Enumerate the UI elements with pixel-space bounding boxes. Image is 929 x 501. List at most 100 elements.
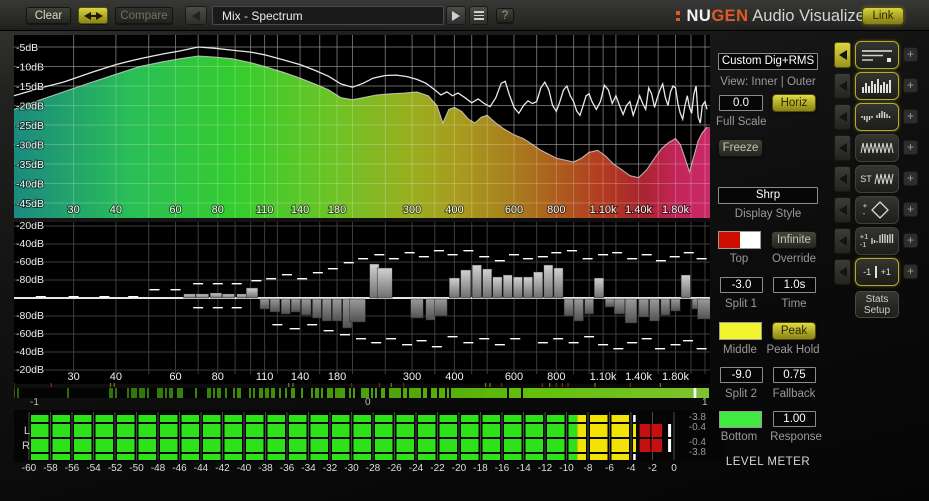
meter-history-button[interactable] [855,41,899,69]
link-button[interactable]: Link [862,7,904,25]
strip-row-vectorscope: + - + [834,196,926,224]
response-field[interactable]: 1.00 [773,411,816,427]
svg-text:-20dB: -20dB [16,101,44,113]
svg-text:-32: -32 [323,463,338,474]
ab-swap-button[interactable] [78,7,108,24]
time-field[interactable]: 1.0s [773,277,816,293]
collapse-arrow-button[interactable] [834,135,851,161]
horiz-button[interactable]: Horiz [772,94,816,112]
svg-text:-4: -4 [627,463,636,474]
svg-text:-54: -54 [86,463,101,474]
add-panel-button[interactable]: + [903,109,918,124]
add-panel-button[interactable]: + [903,233,918,248]
svg-text:-20: -20 [452,463,467,474]
clear-button[interactable]: Clear [26,7,71,24]
spectrogram-button[interactable] [855,103,899,131]
top-color-swatch[interactable] [718,231,761,249]
full-scale-field[interactable]: 0.0 [719,95,763,111]
stats-setup-button[interactable]: Stats Setup [855,291,899,318]
fallback-label: Fallback [772,388,816,400]
compare-button[interactable]: Compare [115,7,173,24]
spectrum-bars-button[interactable] [855,72,899,100]
minus1-label: -1 [863,267,872,277]
menu-list-icon [473,7,484,24]
peak-hold-button[interactable]: Peak [772,322,816,340]
preset-prev-button[interactable] [185,6,207,25]
svg-text:-40dB: -40dB [16,238,44,250]
fallback-field[interactable]: 0.75 [773,367,816,383]
strip-row-correlation-history: +1 -1 + [834,227,926,255]
collapse-arrow-button[interactable] [834,104,851,130]
strip-row-spectrum-bars: + [834,72,926,100]
freeze-button[interactable]: Freeze [718,139,763,157]
svg-text:-34: -34 [301,463,316,474]
svg-text:-60dB: -60dB [16,256,44,268]
divider-icon [875,266,877,278]
svg-text:-40dB: -40dB [16,179,44,191]
svg-text:-35dB: -35dB [16,159,44,171]
svg-text:-18: -18 [473,463,488,474]
correlation-history-icon [871,234,894,244]
add-panel-button[interactable]: + [903,47,918,62]
collapse-arrow-button[interactable] [834,197,851,223]
add-panel-button[interactable]: + [903,78,918,93]
left-triangle-icon [838,236,847,246]
help-button[interactable]: ? [496,8,514,23]
collapse-arrow-button[interactable] [834,42,851,68]
svg-text:-25dB: -25dB [16,120,44,132]
svg-text:-50: -50 [129,463,144,474]
add-panel-button[interactable]: + [903,171,918,186]
stereo-waveform-button[interactable]: ST [855,165,899,193]
middle-color-swatch[interactable] [719,322,762,340]
collapse-arrow-button[interactable] [834,73,851,99]
svg-text:-20dB: -20dB [16,222,44,232]
correlation-history-button[interactable]: +1 -1 [855,227,899,255]
svg-text:-58: -58 [43,463,58,474]
split1-field[interactable]: -3.0 [720,277,763,293]
svg-text:L: L [24,425,30,437]
svg-text:-26: -26 [387,463,402,474]
svg-text:-80dB: -80dB [16,310,44,322]
svg-text:1.40k: 1.40k [625,371,652,383]
add-panel-button[interactable]: + [903,202,918,217]
svg-text:80: 80 [212,371,224,383]
override-label: Override [771,253,817,265]
strip-row-correlation-meter: -1 +1 + [834,258,926,286]
bottom-color-swatch[interactable] [719,411,762,428]
diamond-icon [871,201,890,219]
waveform-button[interactable] [855,134,899,162]
correlation-meter-button[interactable]: -1 +1 [855,258,899,286]
view-label: View: Inner | Outer [720,76,816,88]
svg-text:-36: -36 [280,463,295,474]
collapse-arrow-button[interactable] [834,259,851,285]
svg-text:-48: -48 [151,463,166,474]
add-panel-button[interactable]: + [903,140,918,155]
svg-text:60: 60 [169,371,181,383]
spectrogram-icon [861,111,891,122]
svg-text:-40: -40 [237,463,252,474]
st-label: ST [860,174,872,184]
preset-name-field[interactable]: Mix - Spectrum [212,6,444,25]
infinite-button[interactable]: Infinite [771,231,817,249]
svg-text:-20dB: -20dB [16,364,44,376]
add-panel-button[interactable]: + [903,264,918,279]
display-style-field[interactable]: Shrp [718,187,818,204]
top-color-right [739,232,760,248]
meter-mode-field[interactable]: Custom Dig+RMS [718,53,818,70]
svg-text:300: 300 [403,204,421,216]
svg-text:400: 400 [445,204,463,216]
svg-text:-30dB: -30dB [16,140,44,152]
vectorscope-button[interactable]: + - [855,196,899,224]
swap-arrows-icon [79,8,107,23]
collapse-arrow-button[interactable] [834,166,851,192]
svg-text:-10: -10 [559,463,574,474]
svg-text:-6: -6 [605,463,614,474]
top-label: Top [729,253,749,265]
svg-text:400: 400 [445,371,463,383]
svg-text:-24: -24 [409,463,424,474]
preset-menu-button[interactable] [469,6,488,25]
preset-next-button[interactable] [446,6,466,25]
app-window: Clear Compare Mix - Spectrum ? NUGEN Aud… [0,0,929,501]
collapse-arrow-button[interactable] [834,228,851,254]
split2-field[interactable]: -9.0 [720,367,763,383]
